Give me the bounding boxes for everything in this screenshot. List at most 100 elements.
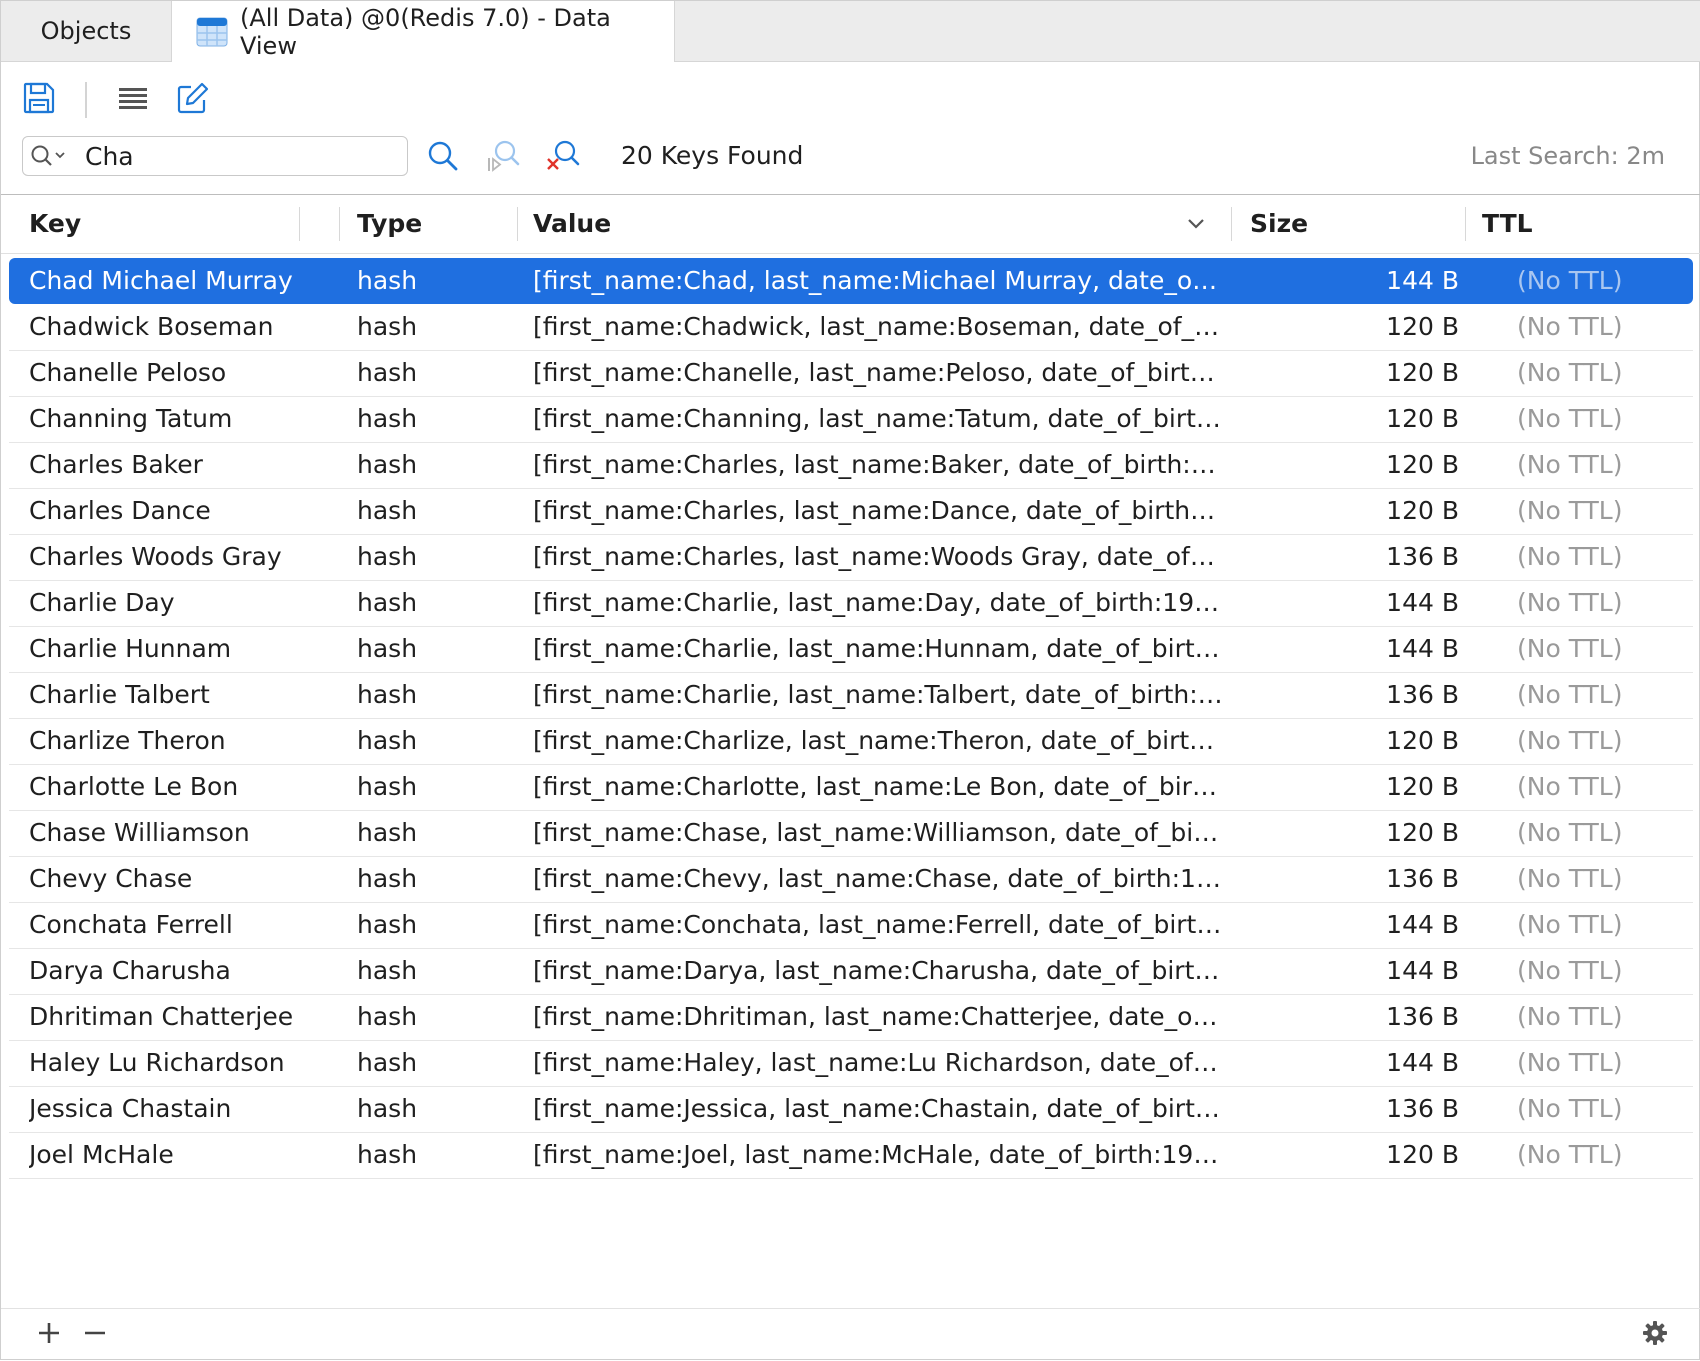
column-resizer[interactable]	[1231, 207, 1232, 241]
cell-type: hash	[357, 404, 418, 433]
cell-key: Charles Baker	[29, 450, 203, 479]
search-input[interactable]	[83, 140, 377, 172]
table-row[interactable]: Chadwick Boseman hash [first_name:Chadwick…	[9, 304, 1693, 351]
cell-size: 120 B	[1386, 496, 1459, 525]
table-header: Key Type Value Size TTL	[1, 194, 1700, 254]
search-button[interactable]	[423, 138, 463, 178]
table-row[interactable]: Chad Michael Murray hash [first_name:Chad,…	[9, 258, 1693, 304]
table-row[interactable]: Dhritiman Chatterjee hash [first_name:Dhri…	[9, 994, 1693, 1041]
cell-ttl: (No TTL)	[1517, 818, 1623, 847]
cell-ttl: (No TTL)	[1517, 1140, 1623, 1169]
column-resizer[interactable]	[339, 207, 340, 241]
cell-key: Chevy Chase	[29, 864, 193, 893]
cell-size: 136 B	[1386, 680, 1459, 709]
cell-ttl: (No TTL)	[1517, 404, 1623, 433]
cell-type: hash	[357, 496, 418, 525]
column-header-type[interactable]: Type	[357, 195, 422, 253]
cell-ttl: (No TTL)	[1517, 266, 1623, 295]
cell-key: Charlotte Le Bon	[29, 772, 239, 801]
tab-data-view-label: (All Data) @0(Redis 7.0) - Data View	[240, 3, 611, 60]
table-row[interactable]: Charles Baker hash [first_name:Charles, la…	[9, 442, 1693, 489]
table-row[interactable]: Charlie Hunnam hash [first_name:Charlie, l…	[9, 626, 1693, 673]
clear-search-button[interactable]	[543, 138, 583, 178]
plus-icon	[37, 1321, 61, 1349]
table-row[interactable]: Haley Lu Richardson hash [first_name:Haley…	[9, 1040, 1693, 1087]
tab-objects-label: Objects	[40, 17, 132, 45]
search-mode-dropdown[interactable]	[29, 141, 75, 171]
column-resizer[interactable]	[299, 207, 300, 241]
cell-ttl: (No TTL)	[1517, 864, 1623, 893]
find-next-icon	[485, 138, 521, 178]
table-row[interactable]: Channing Tatum hash [first_name:Channing, …	[9, 396, 1693, 443]
cell-type: hash	[357, 910, 418, 939]
column-header-key[interactable]: Key	[29, 195, 81, 253]
edit-button[interactable]	[173, 80, 213, 120]
column-resizer[interactable]	[517, 207, 518, 241]
table-row[interactable]: Jessica Chastain hash [first_name:Jessica,…	[9, 1086, 1693, 1133]
table-row[interactable]: Chase Williamson hash [first_name:Chase, l…	[9, 810, 1693, 857]
cell-ttl: (No TTL)	[1517, 1048, 1623, 1077]
cell-key: Charlie Talbert	[29, 680, 210, 709]
cell-ttl: (No TTL)	[1517, 450, 1623, 479]
tab-data-view[interactable]: (All Data) @0(Redis 7.0) - Data View	[171, 1, 675, 62]
column-header-size[interactable]: Size	[1250, 195, 1308, 253]
cell-key: Darya Charusha	[29, 956, 231, 985]
cell-key: Charles Woods Gray	[29, 542, 282, 571]
cell-size: 120 B	[1386, 772, 1459, 801]
cell-ttl: (No TTL)	[1517, 1094, 1623, 1123]
column-resizer[interactable]	[1465, 207, 1466, 241]
table-row[interactable]: Charlie Talbert hash [first_name:Charlie, …	[9, 672, 1693, 719]
cell-size: 120 B	[1386, 450, 1459, 479]
column-header-ttl[interactable]: TTL	[1482, 195, 1533, 253]
cell-key: Charlize Theron	[29, 726, 226, 755]
cell-ttl: (No TTL)	[1517, 772, 1623, 801]
tab-objects[interactable]: Objects	[1, 1, 171, 61]
settings-button[interactable]	[1637, 1317, 1673, 1353]
table-row[interactable]: Darya Charusha hash [first_name:Darya, las…	[9, 948, 1693, 995]
cell-key: Chanelle Peloso	[29, 358, 227, 387]
find-next-button[interactable]	[483, 138, 523, 178]
toolbar-separator	[85, 82, 87, 118]
table-row[interactable]: Charles Dance hash [first_name:Charles, la…	[9, 488, 1693, 535]
table-row[interactable]: Charlize Theron hash [first_name:Charlize,…	[9, 718, 1693, 765]
cell-value: [first_name:Charlie, last_name:Talbert, …	[533, 680, 1223, 709]
column-header-value[interactable]: Value	[533, 195, 611, 253]
list-view-button[interactable]	[113, 80, 153, 120]
cell-value: [first_name:Chevy, last_name:Chase, date…	[533, 864, 1223, 893]
cell-size: 120 B	[1386, 726, 1459, 755]
search-field[interactable]	[22, 136, 408, 176]
toolbar	[1, 62, 1700, 134]
table-row[interactable]: Conchata Ferrell hash [first_name:Conchata…	[9, 902, 1693, 949]
cell-type: hash	[357, 450, 418, 479]
table-row[interactable]: Joel McHale hash [first_name:Joel, last_na…	[9, 1132, 1693, 1179]
cell-key: Charlie Day	[29, 588, 175, 617]
cell-type: hash	[357, 266, 418, 295]
cell-key: Conchata Ferrell	[29, 910, 233, 939]
cell-size: 136 B	[1386, 1002, 1459, 1031]
cell-type: hash	[357, 588, 418, 617]
table-row[interactable]: Charlotte Le Bon hash [first_name:Charlott…	[9, 764, 1693, 811]
add-key-button[interactable]	[31, 1317, 67, 1353]
table-row[interactable]: Charlie Day hash [first_name:Charlie, last…	[9, 580, 1693, 627]
table-row[interactable]: Charles Woods Gray hash [first_name:Charle…	[9, 534, 1693, 581]
cell-key: Chadwick Boseman	[29, 312, 274, 341]
cell-value: [first_name:Joel, last_name:McHale, date…	[533, 1140, 1223, 1169]
save-button[interactable]	[19, 80, 59, 120]
search-row: 20 Keys Found Last Search: 2m	[1, 134, 1700, 194]
cell-value: [first_name:Charles, last_name:Woods Gra…	[533, 542, 1223, 571]
table-row[interactable]: Chevy Chase hash [first_name:Chevy, last_n…	[9, 856, 1693, 903]
cell-ttl: (No TTL)	[1517, 680, 1623, 709]
cell-size: 136 B	[1386, 1094, 1459, 1123]
table-row[interactable]: Chanelle Peloso hash [first_name:Chanelle,…	[9, 350, 1693, 397]
cell-key: Chase Williamson	[29, 818, 250, 847]
cell-ttl: (No TTL)	[1517, 588, 1623, 617]
keys-found-count: 20 Keys Found	[621, 141, 804, 170]
cell-size: 120 B	[1386, 358, 1459, 387]
chevron-down-icon[interactable]	[1185, 215, 1207, 233]
cell-ttl: (No TTL)	[1517, 358, 1623, 387]
delete-key-button[interactable]	[77, 1317, 113, 1353]
data-table: Key Type Value Size TTL Chad Michael Mur…	[1, 194, 1700, 1179]
cell-ttl: (No TTL)	[1517, 312, 1623, 341]
cell-ttl: (No TTL)	[1517, 542, 1623, 571]
cell-key: Chad Michael Murray	[29, 266, 293, 295]
